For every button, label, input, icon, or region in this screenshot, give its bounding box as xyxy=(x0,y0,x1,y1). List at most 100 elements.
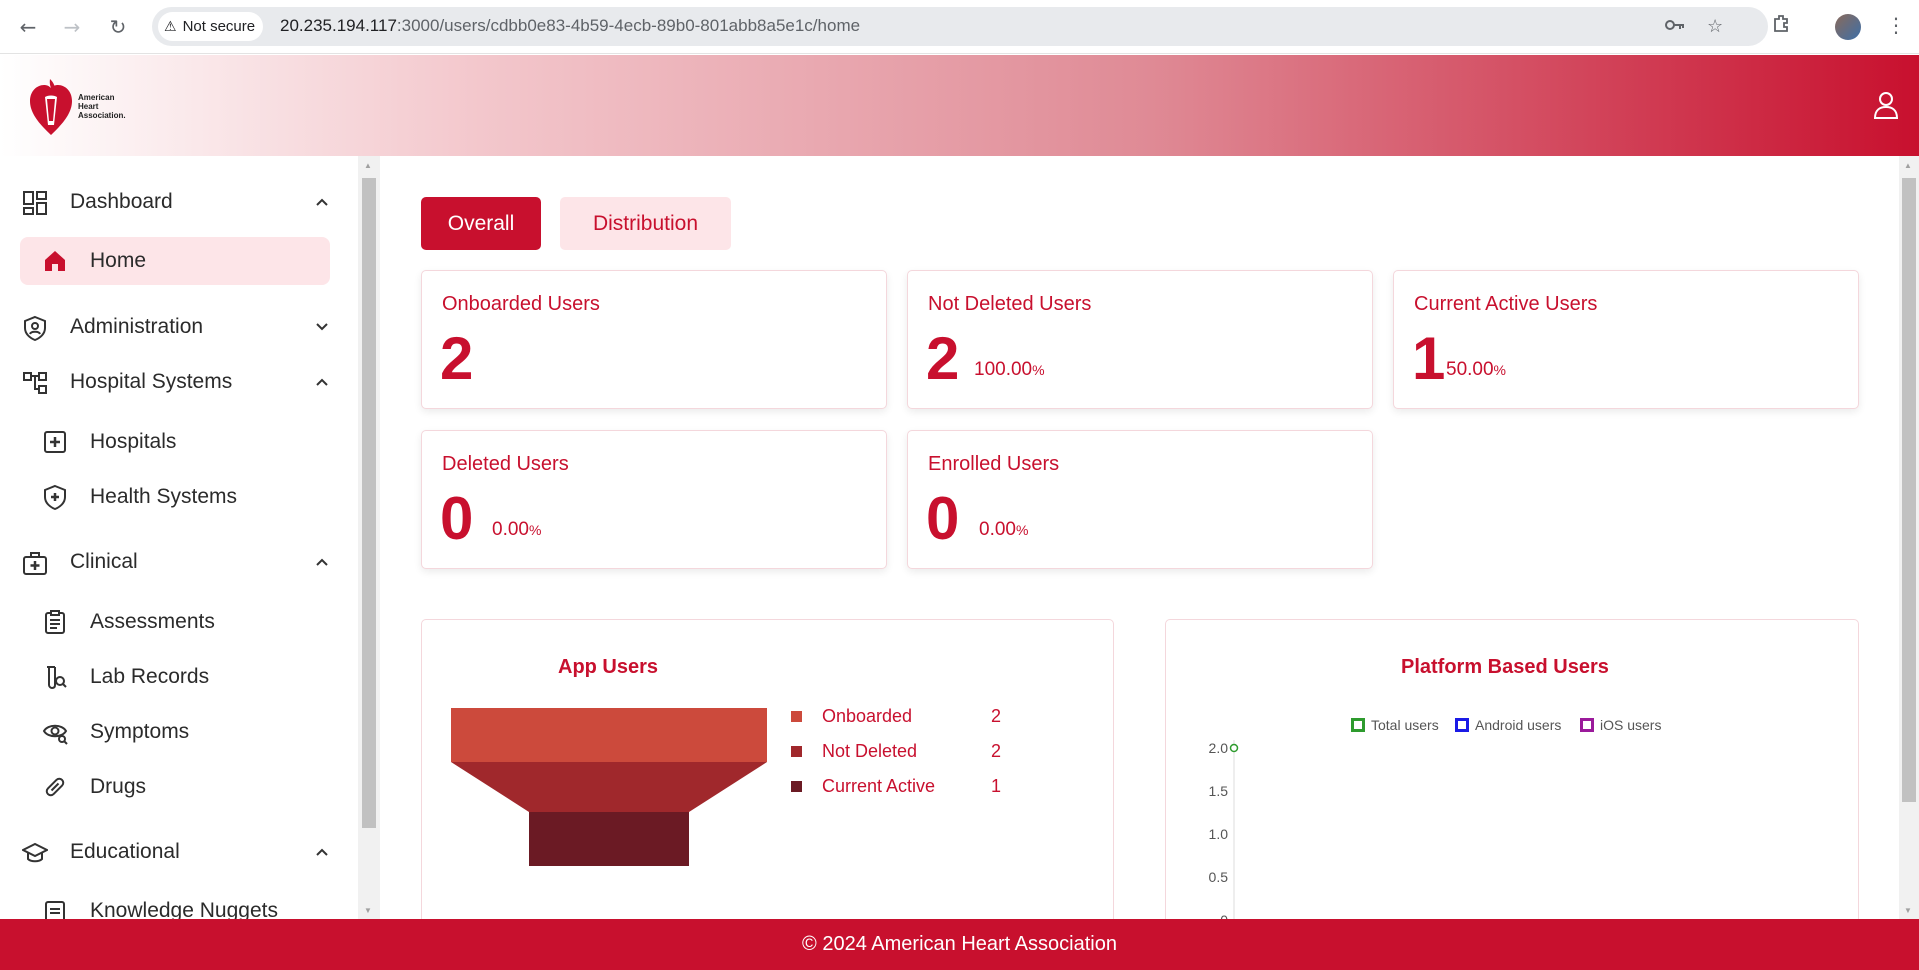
forward-icon[interactable]: → xyxy=(58,13,86,41)
chevron-up-icon[interactable] xyxy=(314,554,330,570)
scroll-thumb[interactable] xyxy=(362,178,376,828)
sidebar-item-knowledge-nuggets[interactable]: Knowledge Nuggets xyxy=(20,887,330,919)
main-scrollbar[interactable]: ▲ ▼ xyxy=(1899,156,1919,919)
user-account-icon[interactable] xyxy=(1873,91,1899,124)
tab-overall[interactable]: Overall xyxy=(421,197,541,250)
extensions-icon[interactable] xyxy=(1771,13,1791,38)
funnel-segment-onboarded[interactable] xyxy=(451,708,767,762)
sidebar-group-label: Educational xyxy=(70,840,180,863)
sidebar-group-educational[interactable]: Educational xyxy=(0,830,358,874)
card-percent: 50.00% xyxy=(1446,359,1506,381)
reload-icon[interactable]: ↻ xyxy=(104,13,132,41)
address-bar[interactable]: ⚠ Not secure 20.235.194.117:3000/users/c… xyxy=(152,7,1768,46)
lab-flask-search-icon xyxy=(47,666,67,690)
chevron-up-icon[interactable] xyxy=(314,374,330,390)
heart-torch-icon xyxy=(30,79,72,135)
sidebar-group-label: Administration xyxy=(70,315,204,338)
not-secure-chip[interactable]: ⚠ Not secure xyxy=(158,12,264,41)
platform-line-chart xyxy=(1229,740,1239,919)
chevron-up-icon[interactable] xyxy=(314,844,330,860)
sidebar-group-hospital-systems[interactable]: Hospital Systems xyxy=(0,360,358,404)
logo-line-1: American xyxy=(78,92,115,102)
sidebar-item-drugs[interactable]: Drugs xyxy=(20,763,330,811)
dashboard-icon xyxy=(23,191,47,215)
card-title: Deleted Users xyxy=(442,453,569,475)
stat-card-current-active: Current Active Users 1 50.00% xyxy=(1393,270,1859,409)
sidebar: Dashboard Home Administration Hospital S… xyxy=(0,156,358,919)
bookmark-star-icon[interactable]: ☆ xyxy=(1707,16,1723,37)
sidebar-item-label: Assessments xyxy=(90,610,215,633)
funnel-legend-current-active[interactable]: Current Active 1 xyxy=(791,774,1001,798)
sidebar-item-home[interactable]: Home xyxy=(20,237,330,285)
card-percent: 0.00% xyxy=(979,519,1028,541)
legend-value: 2 xyxy=(991,740,1002,761)
legend-swatch xyxy=(791,780,802,792)
sidebar-item-symptoms[interactable]: Symptoms xyxy=(20,708,330,756)
y-tick-label: 0 xyxy=(1198,912,1228,919)
profile-avatar[interactable] xyxy=(1835,14,1861,40)
aha-logo[interactable]: American Heart Association. xyxy=(28,75,126,137)
chevron-up-icon[interactable] xyxy=(314,194,330,210)
scroll-down-arrow-icon[interactable]: ▼ xyxy=(364,906,372,915)
sidebar-item-lab-records[interactable]: Lab Records xyxy=(20,653,330,701)
chevron-down-icon[interactable] xyxy=(314,319,330,335)
sidebar-group-administration[interactable]: Administration xyxy=(0,305,358,349)
stat-card-deleted: Deleted Users 0 0.00% xyxy=(421,430,887,569)
sidebar-item-label: Symptoms xyxy=(90,720,190,743)
card-percent: 0.00% xyxy=(492,519,541,541)
percent-value: 100.00 xyxy=(974,359,1033,380)
sidebar-item-label: Lab Records xyxy=(90,665,210,688)
card-title: Not Deleted Users xyxy=(928,293,1092,315)
url-host: 20.235.194.117 xyxy=(280,16,397,35)
legend-swatch xyxy=(791,745,802,757)
sidebar-item-health-systems[interactable]: Health Systems xyxy=(20,473,330,521)
legend-label: Onboarded xyxy=(822,705,913,726)
sidebar-scrollbar[interactable]: ▲ ▼ xyxy=(358,156,380,919)
sidebar-item-label: Home xyxy=(90,249,147,272)
funnel-segment-current-active[interactable] xyxy=(529,812,689,866)
percent-sign: % xyxy=(528,522,542,538)
data-point-total-users[interactable] xyxy=(1229,743,1239,753)
stat-card-not-deleted: Not Deleted Users 2 100.00% xyxy=(907,270,1373,409)
card-title: Enrolled Users xyxy=(928,453,1060,475)
scroll-down-arrow-icon[interactable]: ▼ xyxy=(1904,906,1912,915)
sidebar-group-clinical[interactable]: Clinical xyxy=(0,540,358,584)
warning-icon: ⚠ xyxy=(164,18,177,35)
sidebar-group-dashboard[interactable]: Dashboard xyxy=(0,180,358,224)
password-key-icon[interactable] xyxy=(1664,16,1686,39)
card-percent: 100.00% xyxy=(974,359,1045,381)
app-users-panel: App Users Onboarded 2 Not Deleted 2 Curr… xyxy=(421,619,1114,919)
menu-kebab-icon[interactable]: ⋮ xyxy=(1886,13,1906,37)
footer-copyright: © 2024 American Heart Association xyxy=(802,933,1117,955)
sidebar-item-label: Knowledge Nuggets xyxy=(90,899,278,919)
y-tick-label: 2.0 xyxy=(1208,740,1228,756)
funnel-legend-not-deleted[interactable]: Not Deleted 2 xyxy=(791,739,1001,763)
url-text[interactable]: 20.235.194.117:3000/users/cdbb0e83-4b59-… xyxy=(280,16,860,36)
sidebar-item-label: Health Systems xyxy=(90,485,238,508)
clipboard-icon xyxy=(45,610,65,634)
sidebar-item-hospitals[interactable]: Hospitals xyxy=(20,418,330,466)
not-secure-label: Not secure xyxy=(182,18,256,35)
main-content: Overall Distribution Onboarded Users 2 N… xyxy=(380,156,1899,919)
y-tick-label: 0.5 xyxy=(1208,869,1228,885)
funnel-segment-not-deleted[interactable] xyxy=(451,762,767,812)
scroll-up-arrow-icon[interactable]: ▲ xyxy=(364,161,372,170)
percent-sign: % xyxy=(1493,362,1506,378)
legend-swatch xyxy=(791,710,802,722)
scroll-thumb[interactable] xyxy=(1902,178,1916,802)
scroll-up-arrow-icon[interactable]: ▲ xyxy=(1904,161,1912,170)
sidebar-group-label: Dashboard xyxy=(70,190,173,213)
hierarchy-icon xyxy=(23,372,47,394)
browser-toolbar: ← → ↻ ⚠ Not secure 20.235.194.117:3000/u… xyxy=(0,0,1919,54)
footer: © 2024 American Heart Association xyxy=(0,919,1919,970)
stat-card-onboarded: Onboarded Users 2 xyxy=(421,270,887,409)
y-tick-label: 1.0 xyxy=(1208,826,1228,842)
platform-users-title: Platform Based Users xyxy=(1401,656,1609,678)
back-icon[interactable]: ← xyxy=(14,13,42,41)
funnel-legend-onboarded[interactable]: Onboarded 2 xyxy=(791,704,1001,728)
legend-value: 1 xyxy=(991,775,1002,796)
legend-value: 2 xyxy=(991,705,1002,726)
shield-plus-icon xyxy=(44,484,66,510)
tab-distribution[interactable]: Distribution xyxy=(560,197,731,250)
sidebar-item-assessments[interactable]: Assessments xyxy=(20,598,330,646)
